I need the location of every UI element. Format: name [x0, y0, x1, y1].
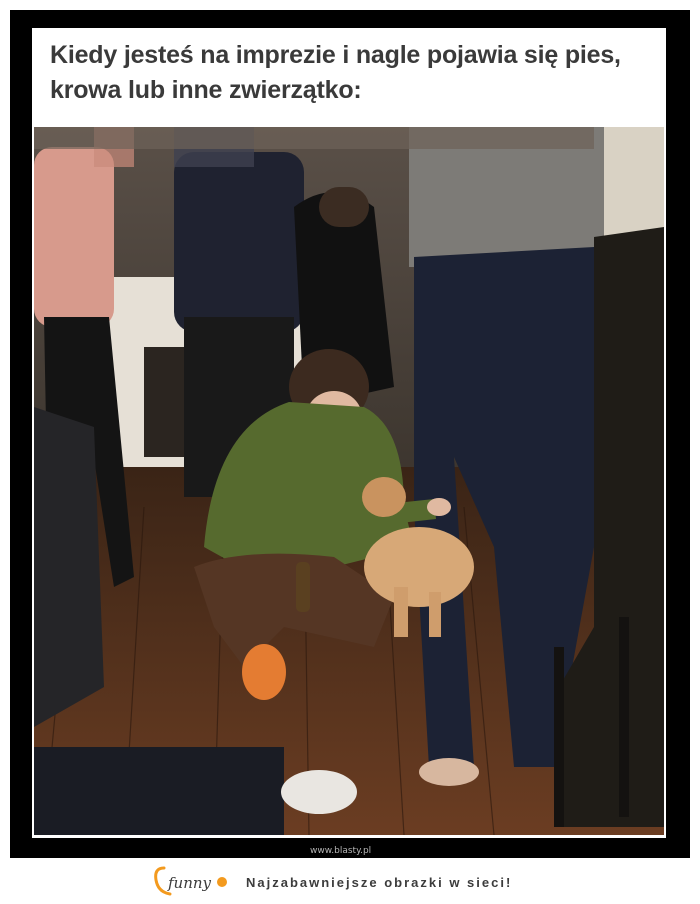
party-photo	[34, 127, 664, 835]
blur-strip	[34, 127, 594, 149]
party-scene	[34, 127, 664, 835]
meme-frame: Kiedy jesteś na imprezie i nagle pojawia…	[10, 10, 690, 858]
footer: funny Najzabawniejsze obrazki w sieci!	[0, 860, 700, 904]
meme-card: Kiedy jesteś na imprezie i nagle pojawia…	[32, 28, 666, 838]
logo-text: funny	[167, 874, 212, 892]
watermark: www.blasty.pl	[310, 846, 372, 856]
meme-caption: Kiedy jesteś na imprezie i nagle pojawia…	[50, 41, 621, 104]
tagline: Najzabawniejsze obrazki w sieci!	[246, 875, 513, 890]
funny-logo-icon[interactable]: funny	[152, 864, 232, 898]
